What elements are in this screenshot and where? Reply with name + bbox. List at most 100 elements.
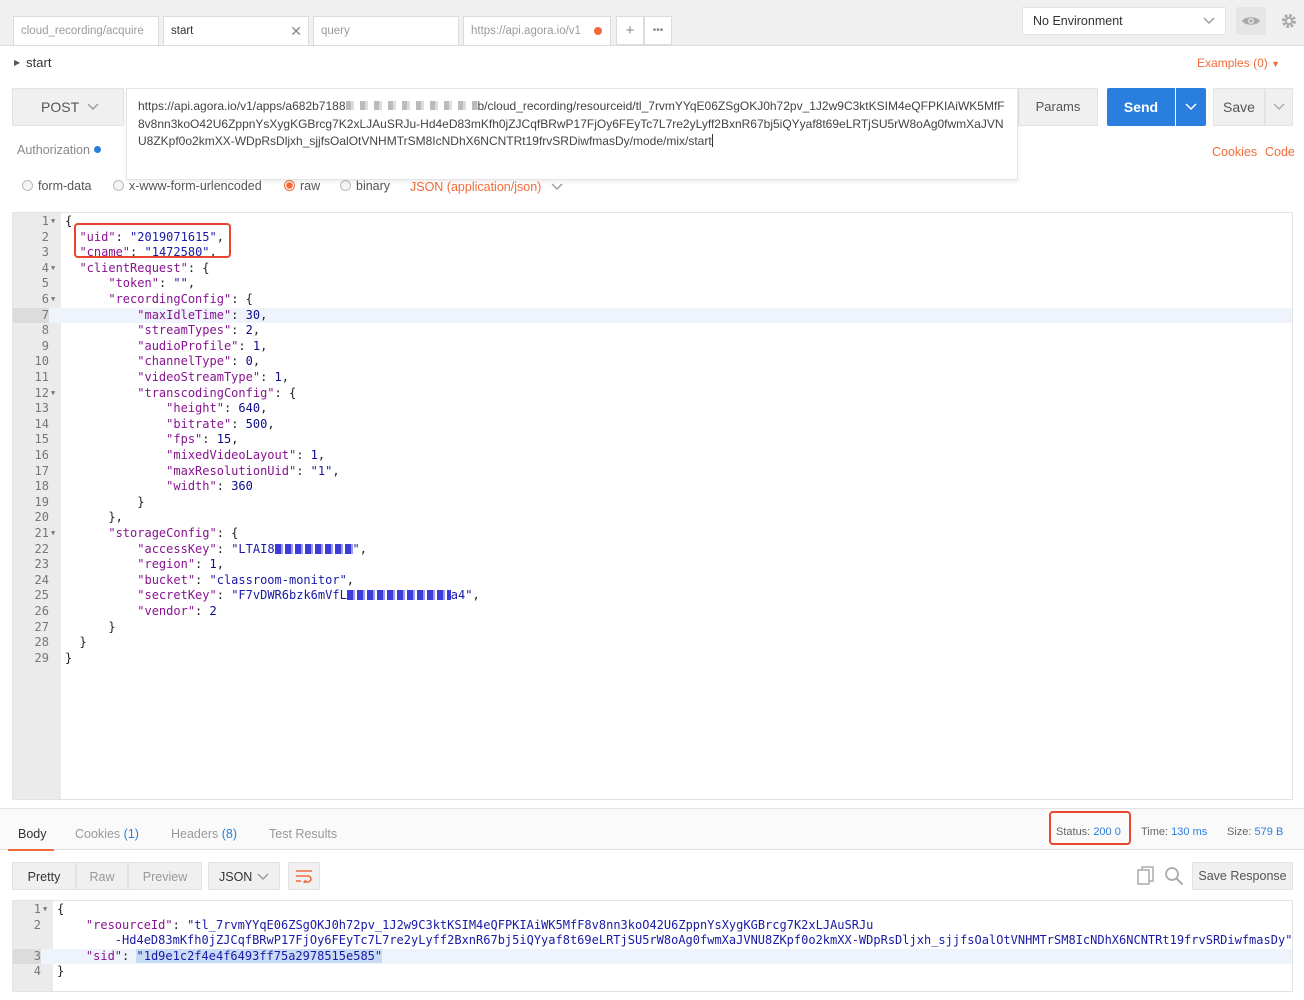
radio-label: raw	[300, 179, 321, 193]
code-line: 26 "vendor": 2	[34, 604, 217, 618]
environment-bar: No Environment	[1016, 0, 1304, 46]
tab-label: cloud_recording/acquire	[21, 25, 144, 37]
code-line-active: 3 "sid": "1d9e1c2f4e4f6493ff75a2978515e5…	[13, 948, 1292, 965]
eye-icon	[1242, 17, 1260, 25]
tab-agora-api[interactable]: https://api.agora.io/v1	[463, 16, 611, 45]
indicator-dot-icon	[93, 146, 101, 153]
code-line: 4}	[33, 964, 65, 979]
code-line: 11 "videoStreamType": 1,	[34, 370, 289, 384]
radio-label: form-data	[38, 179, 92, 193]
save-response-button[interactable]: Save Response	[1192, 862, 1293, 890]
tab-cloud-recording-acquire[interactable]: cloud_recording/acquire	[13, 16, 159, 45]
tab-start[interactable]: start ✕	[163, 16, 309, 45]
code-line: 23 "region": 1,	[34, 557, 224, 572]
close-icon[interactable]: ✕	[290, 17, 302, 45]
chevron-down-icon	[1273, 103, 1285, 110]
radio-binary[interactable]: binary	[340, 179, 390, 193]
redacted-app-id	[345, 101, 478, 110]
sid-value: 1d9e1c2f4e4f6493ff75a2978515e585	[143, 948, 375, 963]
code-link[interactable]: Code	[1265, 145, 1295, 159]
code-line: 9 "audioProfile": 1,	[41, 338, 268, 353]
code-line: 13 "height": 640,	[34, 401, 268, 416]
unsaved-dot-icon	[594, 27, 602, 35]
params-button[interactable]: Params	[1018, 88, 1098, 126]
request-name[interactable]: ▶ start	[14, 55, 51, 70]
chevron-down-icon	[551, 183, 563, 190]
tab-query[interactable]: query	[313, 16, 459, 45]
code-line: 29}	[34, 650, 73, 665]
wrap-lines-icon	[296, 870, 312, 885]
url-prefix: https://api.agora.io/v1/apps/a682b7188	[138, 99, 346, 113]
radio-urlencoded[interactable]: x-www-form-urlencoded	[113, 179, 262, 193]
content-type-select[interactable]: JSON (application/json)	[410, 180, 563, 194]
radio-form-data[interactable]: form-data	[22, 179, 92, 193]
save-button[interactable]: Save	[1213, 88, 1265, 126]
examples-dropdown[interactable]: Examples (0) ▼	[1197, 56, 1280, 70]
cookies-link[interactable]: Cookies	[1212, 145, 1257, 159]
request-name-label: start	[26, 55, 52, 70]
tab-label: start	[171, 25, 194, 37]
request-body-editor[interactable]: 1 ▼{ 2 "uid": "2019071615", 3 "cname": "1…	[12, 212, 1293, 800]
radio-label: binary	[356, 179, 391, 193]
radio-selected-icon	[284, 180, 295, 191]
code-line: 20 },	[34, 510, 123, 525]
response-tabs: Body Cookies (1) Headers (8) Test Result…	[0, 808, 1304, 851]
tab-headers[interactable]: Headers (8)	[171, 827, 237, 841]
code-line: 21 ▼ "storageConfig": {	[34, 526, 239, 540]
search-icon[interactable]	[1164, 866, 1184, 886]
view-preview-button[interactable]: Preview	[128, 862, 202, 890]
chevron-down-icon	[1185, 103, 1197, 111]
radio-raw[interactable]: raw	[284, 179, 320, 193]
code-line: 4 ▼ "clientRequest": {	[41, 260, 210, 275]
environment-quick-look-button[interactable]	[1236, 7, 1266, 35]
wrap-lines-button[interactable]	[288, 862, 320, 890]
redacted-secret-key	[346, 590, 451, 601]
tab-body[interactable]: Body	[18, 827, 47, 841]
code-line: 17 "maxResolutionUid": "1",	[34, 463, 340, 478]
code-line: 10 "channelType": 0,	[34, 354, 261, 369]
resource-id-value: tl_7rvmYYqE06ZSgOKJ0h72pv_1J2w9C3ktKSIM4…	[194, 917, 874, 932]
authorization-label: Authorization	[17, 143, 90, 157]
format-select[interactable]: JSON	[208, 862, 280, 890]
tab-test-results[interactable]: Test Results	[269, 827, 337, 841]
redacted-access-key	[274, 543, 353, 554]
examples-label: Examples (0)	[1197, 56, 1268, 70]
chevron-down-icon	[87, 89, 99, 125]
caret-right-icon: ▶	[14, 58, 21, 67]
response-status: Status: 200 0	[1056, 826, 1121, 838]
tab-label: query	[321, 25, 350, 37]
send-options-button[interactable]	[1176, 88, 1206, 126]
save-options-button[interactable]	[1265, 88, 1293, 126]
code-line: 18 "width": 360	[34, 479, 253, 494]
tab-authorization[interactable]: Authorization	[17, 143, 101, 157]
chevron-down-icon	[257, 873, 269, 880]
code-line: 6 ▼ "recordingConfig": {	[41, 292, 253, 306]
environment-select[interactable]: No Environment	[1022, 7, 1226, 35]
url-input[interactable]: https://api.agora.io/v1/apps/a682b7188 b/…	[126, 88, 1018, 180]
environment-selected: No Environment	[1033, 14, 1123, 28]
method-select[interactable]: POST	[12, 88, 124, 126]
code-line-active: 7 "maxIdleTime": 30,	[13, 307, 1292, 324]
more-tabs-button[interactable]: •••	[644, 16, 672, 45]
copy-icon[interactable]	[1137, 866, 1155, 886]
gear-icon	[1282, 14, 1296, 28]
chevron-down-icon	[1203, 8, 1215, 35]
code-line: 2 "resourceId": "tl_7rvmYYqE06ZSgOKJ0h72…	[33, 917, 874, 932]
response-size: Size: 579 B	[1227, 826, 1284, 838]
code-line: 16 "mixedVideoLayout": 1,	[34, 448, 326, 462]
active-tab-indicator	[8, 849, 54, 851]
view-pretty-button[interactable]: Pretty	[12, 862, 76, 890]
tab-cookies[interactable]: Cookies (1)	[75, 827, 139, 841]
code-line: 5 "token": "",	[41, 276, 196, 291]
radio-icon	[22, 180, 33, 191]
code-line: 12 ▼ "transcodingConfig": {	[34, 385, 297, 400]
add-tab-button[interactable]: +	[616, 16, 644, 45]
radio-icon	[113, 180, 124, 191]
view-raw-button[interactable]: Raw	[76, 862, 128, 890]
radio-label: x-www-form-urlencoded	[129, 179, 262, 193]
send-button[interactable]: Send	[1107, 88, 1175, 126]
tab-label: https://api.agora.io/v1	[471, 25, 581, 37]
code-line: 1 ▼{	[33, 902, 65, 916]
response-body-viewer[interactable]: 1 ▼{ 2 "resourceId": "tl_7rvmYYqE06ZSgOKJ…	[12, 900, 1293, 992]
settings-button[interactable]	[1274, 7, 1304, 35]
